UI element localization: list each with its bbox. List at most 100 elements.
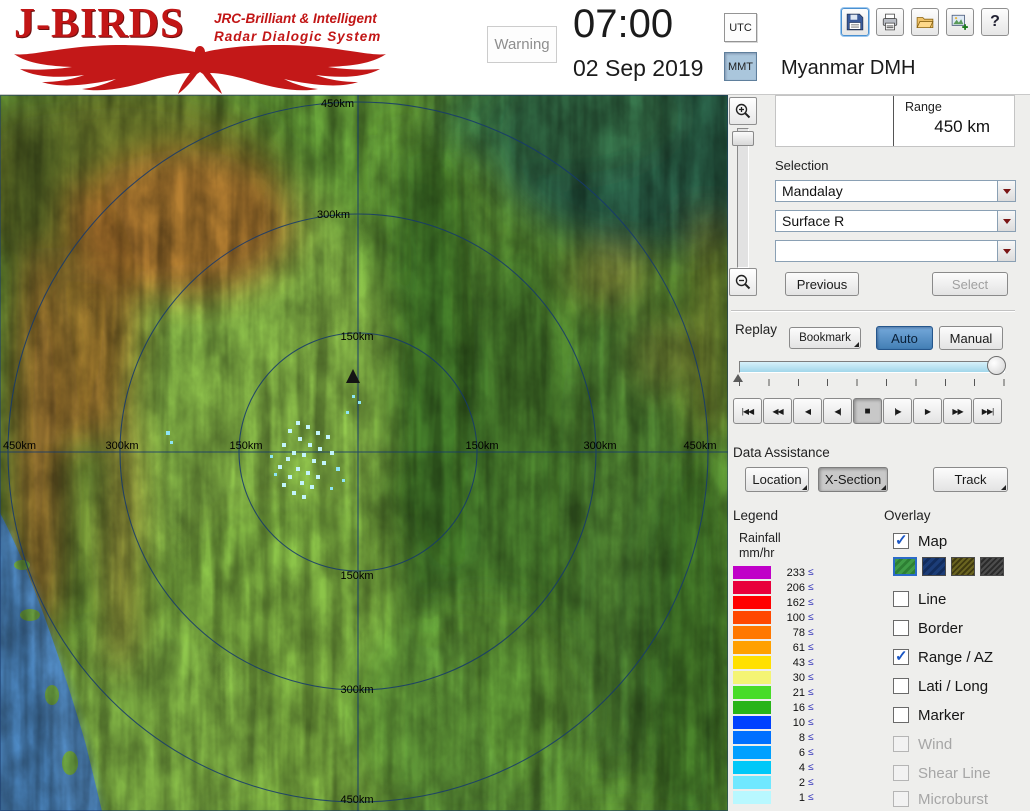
legend-value: 30 [792,671,805,684]
bookmark-button[interactable]: Bookmark [789,327,861,349]
checkbox[interactable] [893,647,909,665]
overlay-row-marker[interactable]: Marker [893,705,965,725]
map-style-navy-button[interactable] [922,557,946,576]
export-image-button[interactable] [946,8,974,36]
replay-stop-button[interactable]: ■ [853,398,882,424]
select-button[interactable]: Select [932,272,1008,296]
legend-value: 206 [786,581,805,594]
less-equal-icon: ≤ [808,747,814,758]
auto-button[interactable]: Auto [876,326,933,350]
chevron-down-icon[interactable] [997,241,1015,261]
track-button-label: Track [954,472,987,487]
map-style-olive-button[interactable] [951,557,975,576]
replay-rewind-start-button[interactable]: |◀◀ [733,398,762,424]
zoom-in-button[interactable] [729,97,757,125]
overlay-label-text: Map [918,532,948,550]
radar-map[interactable]: 450km 300km 150km 150km 300km 450km 450k… [0,95,728,811]
xsection-button[interactable]: X-Section [818,467,888,492]
utc-button[interactable]: UTC [724,13,757,42]
chevron-down-icon[interactable] [997,211,1015,231]
legend-value: 21 [792,686,805,699]
product-combo[interactable]: Surface R [775,210,1016,232]
overlay-label-text: Range / AZ [918,648,994,666]
location-button[interactable]: Location [745,467,809,492]
zoom-out-button[interactable] [729,268,757,296]
overlay-row-shear-line: Shear Line [893,763,991,783]
overlay-label-text: Marker [918,706,965,724]
legend-swatch [733,656,771,669]
less-equal-icon: ≤ [808,702,814,713]
save-button[interactable] [841,8,869,36]
eagle-logo-icon [14,45,386,94]
legend-value: 162 [786,596,805,609]
product-combo-value: Surface R [782,213,845,229]
replay-fast-forward-button[interactable]: ▶▶ [943,398,972,424]
app-logo-subtitle-1: JRC-Brilliant & Intelligent [214,11,377,26]
extra-combo[interactable] [775,240,1016,262]
image-plus-icon [951,14,968,30]
replay-slider-ticks [739,379,1005,386]
map-style-green-button[interactable] [893,557,917,576]
site-combo[interactable]: Mandalay [775,180,1016,202]
warning-indicator[interactable]: Warning [487,26,557,63]
legend-row: 30 ≤ [733,671,814,684]
legend-swatch [733,791,771,804]
range-ring-label: 450km [321,98,354,110]
question-mark-icon: ? [990,13,1000,30]
overlay-label-text: Shear Line [918,764,991,782]
replay-play-button[interactable]: ▶ [913,398,942,424]
legend-swatch [733,731,771,744]
checkbox[interactable] [893,591,909,607]
map-style-gray-button[interactable] [980,557,1004,576]
legend-value: 4 [798,761,805,774]
overlay-row-line[interactable]: Line [893,589,946,609]
zoom-slider-thumb[interactable] [732,131,754,146]
legend-label: Legend [733,508,779,523]
open-folder-button[interactable] [911,8,939,36]
range-ring-label: 150km [229,440,262,452]
replay-forward-end-button[interactable]: ▶▶| [973,398,1002,424]
checkbox[interactable] [893,707,909,723]
legend-swatch [733,671,771,684]
legend-value: 61 [792,641,805,654]
print-button[interactable] [876,8,904,36]
section-divider [731,310,1015,312]
rainfall-legend: 233 ≤ 206 ≤ 162 ≤ 100 ≤ 78 ≤ 61 ≤ 43 ≤ 30 ≤ 21 ≤ … [733,566,814,804]
overlay-row-lati-long[interactable]: Lati / Long [893,676,988,696]
replay-label: Replay [735,322,778,337]
replay-slider-thumb[interactable] [987,356,1006,375]
mmt-button[interactable]: MMT [724,52,757,81]
zoom-slider-track[interactable] [737,128,749,268]
overlay-label-text: Lati / Long [918,677,989,695]
overlay-row-border[interactable]: Border [893,618,963,638]
checkbox[interactable] [893,620,909,636]
track-button[interactable]: Track [933,467,1008,492]
less-equal-icon: ≤ [808,657,814,668]
help-button[interactable]: ? [981,8,1009,36]
replay-timeline-slider[interactable] [739,361,1005,373]
overlay-row-microburst: Microburst [893,789,988,809]
site-combo-value: Mandalay [782,183,843,199]
overlay-label: Overlay [884,508,931,523]
checkbox [893,736,909,752]
overlay-row-map[interactable]: Map [893,531,947,551]
legend-value: 78 [792,626,805,639]
manual-button[interactable]: Manual [939,326,1003,350]
legend-row: 162 ≤ [733,596,814,609]
replay-play-reverse-button[interactable]: ◀ [793,398,822,424]
previous-button[interactable]: Previous [785,272,859,296]
checkbox[interactable] [893,531,909,549]
legend-value: 2 [798,776,805,789]
overlay-row-range-az[interactable]: Range / AZ [893,647,993,667]
legend-row: 8 ≤ [733,731,814,744]
less-equal-icon: ≤ [808,672,814,683]
replay-step-forward-button[interactable]: |▶ [883,398,912,424]
legend-row: 21 ≤ [733,686,814,699]
data-assistance-label: Data Assistance [733,445,830,460]
checkbox[interactable] [893,678,909,694]
chevron-down-icon[interactable] [997,181,1015,201]
replay-fast-rewind-button[interactable]: ◀◀ [763,398,792,424]
replay-step-back-button[interactable]: ◀| [823,398,852,424]
overlay-label-text: Wind [918,735,953,753]
floppy-disk-icon [846,13,864,31]
